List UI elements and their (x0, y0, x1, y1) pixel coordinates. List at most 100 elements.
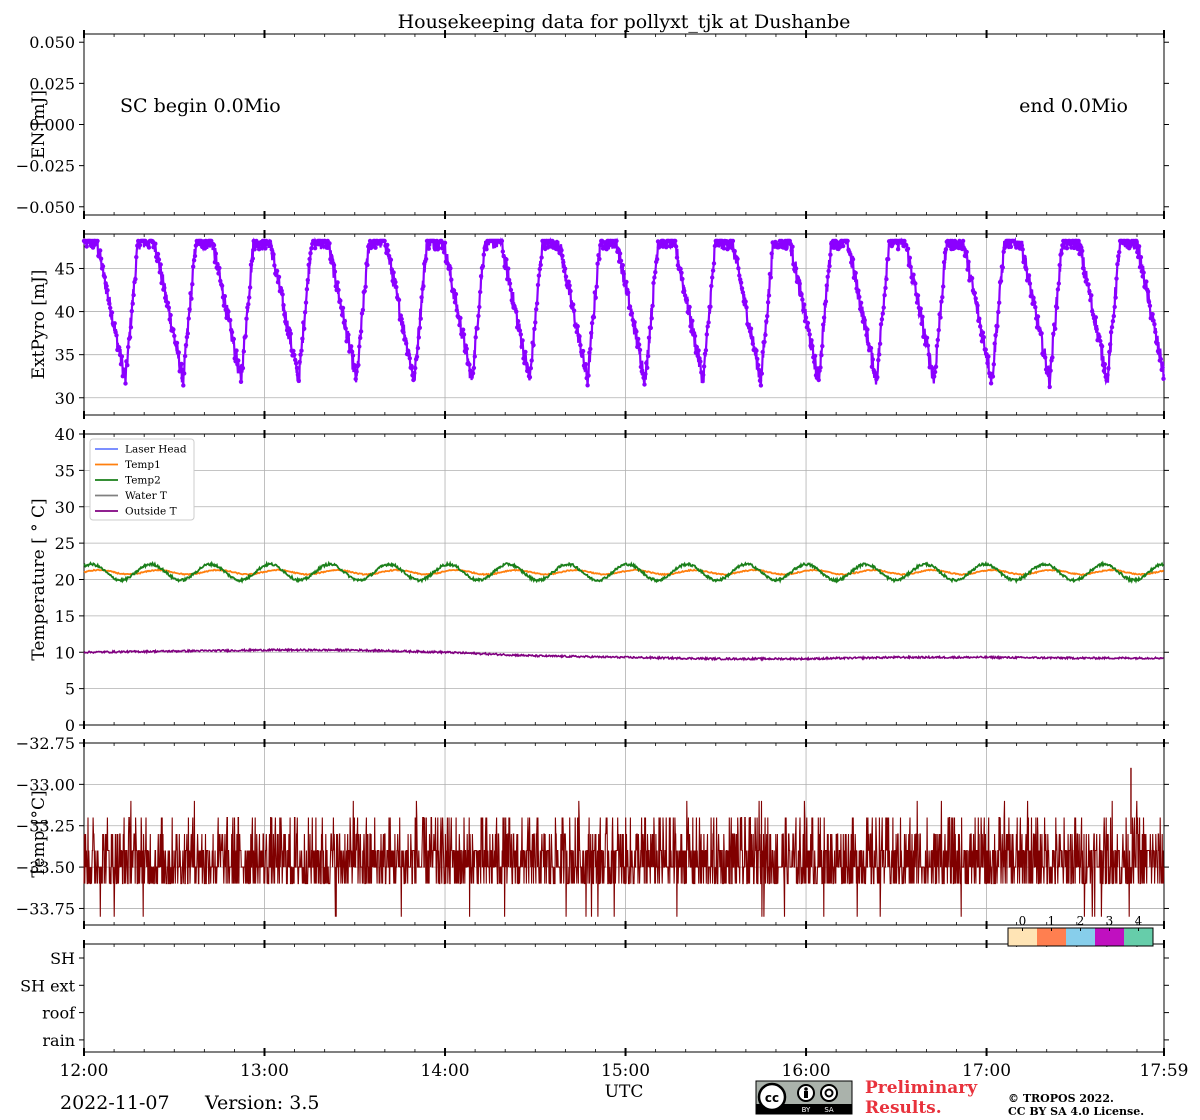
x-tick-label: 13:00 (240, 1061, 289, 1081)
extpyro-point (673, 244, 679, 249)
extpyro-point (162, 285, 167, 290)
extpyro-point (234, 348, 239, 353)
extpyro-point (577, 334, 582, 339)
extpyro-point (1135, 250, 1140, 255)
extpyro-point (342, 318, 347, 324)
extpyro-point (241, 349, 246, 354)
legend-label: Temp1 (125, 459, 161, 471)
extpyro-point (682, 288, 687, 294)
extpyro-point (272, 263, 277, 268)
extpyro-point (650, 303, 655, 308)
extpyro-point (180, 375, 185, 381)
extpyro-point (157, 270, 162, 275)
extpyro-point (1140, 274, 1145, 279)
extpyro-point (1158, 356, 1164, 362)
extpyro-point (883, 285, 888, 291)
extpyro-point (560, 253, 565, 258)
extpyro-point (1086, 282, 1091, 287)
extpyro-point (1156, 350, 1162, 356)
extpyro-point (806, 328, 811, 333)
extpyro-point (100, 264, 106, 269)
extpyro-point (412, 370, 417, 376)
extpyro-point (793, 266, 799, 271)
extpyro-point (160, 280, 165, 286)
extpyro-point (304, 287, 310, 292)
extpyro-point (589, 330, 594, 336)
extpyro-point (648, 325, 653, 331)
extpyro-point (612, 244, 617, 249)
extpyro-point (226, 309, 231, 314)
extpyro-point (280, 292, 285, 297)
extpyro-point (534, 301, 540, 306)
extpyro-point (475, 326, 480, 331)
extpyro-point (879, 317, 885, 322)
extpyro-point (998, 278, 1004, 284)
extpyro-point (985, 360, 990, 366)
extpyro-point (363, 284, 368, 289)
extpyro-point (124, 359, 129, 364)
extpyro-point (749, 335, 755, 340)
extpyro-point (644, 360, 649, 366)
extpyro-point (559, 248, 564, 253)
sc-begin-annotation: SC begin 0.0Mio (120, 95, 281, 117)
extpyro-point (532, 326, 537, 332)
extpyro-point (679, 270, 684, 275)
extpyro-point (1051, 331, 1056, 336)
extpyro-point (284, 321, 289, 326)
extpyro-point (539, 255, 544, 260)
extpyro-point (1123, 243, 1128, 248)
extpyro-point (1117, 249, 1122, 255)
extpyro-point (818, 365, 823, 370)
extpyro-point (476, 313, 481, 319)
extpyro-point (415, 345, 421, 351)
extpyro-point (386, 248, 391, 253)
extpyro-point (373, 245, 378, 250)
extpyro-point (122, 369, 127, 374)
extpyro-point (701, 372, 706, 378)
extpyro-point (805, 320, 811, 326)
extpyro-point (423, 256, 429, 262)
extpyro-point (678, 266, 683, 272)
extpyro-point (859, 309, 865, 315)
extpyro-point (353, 376, 358, 382)
extpyro-point (585, 383, 590, 388)
extpyro-point (587, 350, 592, 355)
extpyro-point (478, 274, 484, 279)
extpyro-point (979, 339, 985, 344)
extpyro-point (211, 243, 217, 248)
laser-temp-series-line (83, 800, 1165, 917)
extpyro-point (730, 238, 736, 244)
extpyro-point (357, 344, 362, 349)
extpyro-point (824, 283, 829, 288)
extpyro-point (219, 283, 225, 288)
extpyro-point (571, 302, 576, 307)
extpyro-point (403, 336, 408, 342)
y-axis-label: Temperature [ ° C] (29, 498, 49, 660)
extpyro-point (360, 307, 366, 313)
extpyro-point (743, 299, 748, 304)
extpyro-point (126, 344, 131, 350)
extpyro-point (274, 268, 280, 274)
extpyro-point (1115, 262, 1120, 267)
extpyro-point (179, 361, 184, 367)
extpyro-point (166, 305, 171, 310)
x-tick-label: 16:00 (782, 1061, 831, 1081)
extpyro-point (627, 304, 633, 309)
colorbar-tick-label: 2 (1077, 914, 1085, 928)
extpyro-point (527, 375, 533, 380)
extpyro-point (213, 251, 218, 256)
extpyro-point (401, 330, 406, 335)
extpyro-point (1024, 267, 1029, 272)
extpyro-point (567, 283, 572, 288)
extpyro-point (178, 367, 183, 372)
extpyro-point (1027, 281, 1033, 286)
extpyro-point (754, 348, 759, 353)
extpyro-point (803, 315, 809, 320)
y-tick-label: −0.050 (16, 198, 75, 217)
extpyro-point (247, 295, 252, 300)
extpyro-point (980, 330, 986, 335)
status-row-label: SH ext (20, 976, 75, 995)
extpyro-point (877, 352, 882, 357)
extpyro-point (732, 249, 737, 254)
extpyro-point (1145, 289, 1151, 294)
